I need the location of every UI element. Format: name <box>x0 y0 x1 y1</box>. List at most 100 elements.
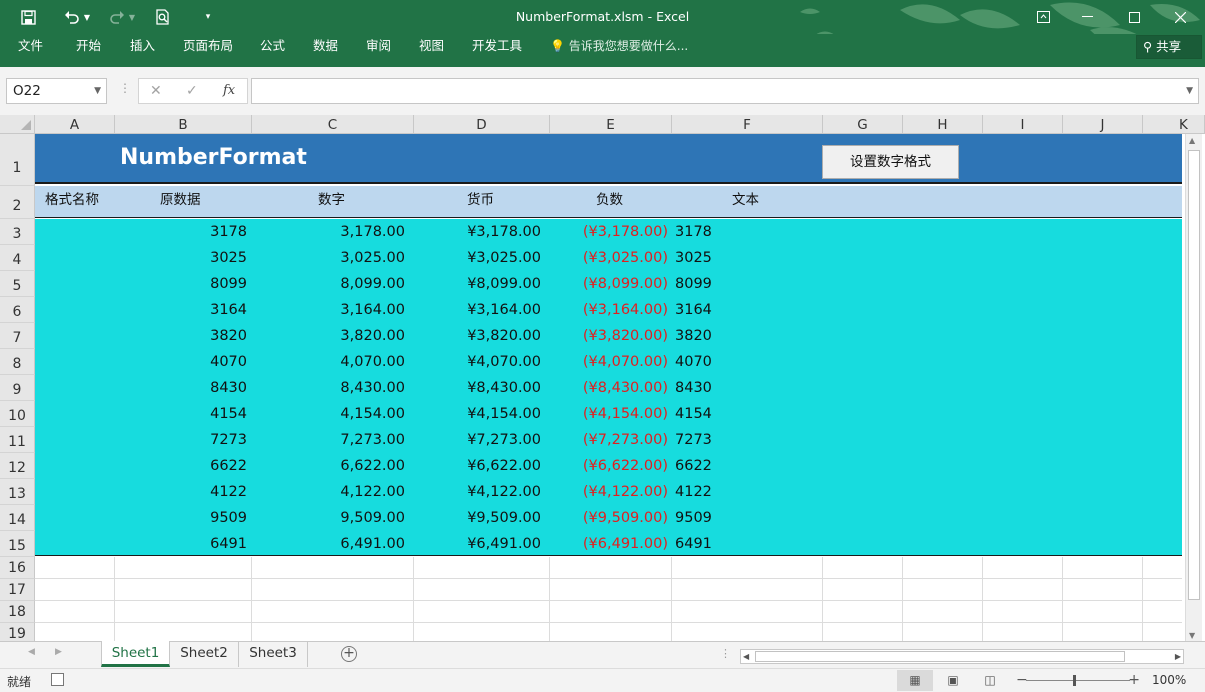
cancel-icon[interactable]: ✕ <box>150 79 162 103</box>
tab-page-layout[interactable]: 页面布局 <box>183 34 233 60</box>
currency-cell[interactable]: ¥4,122.00 <box>467 479 541 505</box>
raw-data-cell[interactable]: 4122 <box>210 479 247 505</box>
share-button[interactable]: ⚲ 共享 <box>1136 35 1202 59</box>
text-cell[interactable]: 3178 <box>675 219 712 245</box>
enter-icon[interactable]: ✓ <box>186 79 198 103</box>
scroll-left-icon[interactable]: ◀ <box>743 650 749 663</box>
raw-data-cell[interactable]: 8099 <box>210 271 247 297</box>
column-header-g[interactable]: G <box>823 115 903 134</box>
negative-cell[interactable]: (¥4,154.00) <box>583 401 668 427</box>
currency-cell[interactable]: ¥3,025.00 <box>467 245 541 271</box>
ribbon-display-options-icon[interactable] <box>1020 0 1066 34</box>
vertical-scrollbar[interactable]: ▲ ▼ <box>1185 134 1202 642</box>
raw-data-cell[interactable]: 9509 <box>210 505 247 531</box>
scroll-down-icon[interactable]: ▼ <box>1189 631 1195 640</box>
negative-cell[interactable]: (¥3,178.00) <box>583 219 668 245</box>
name-box[interactable]: O22 ▼ <box>6 78 107 104</box>
tab-insert[interactable]: 插入 <box>130 34 155 60</box>
column-header-j[interactable]: J <box>1063 115 1143 134</box>
raw-data-cell[interactable]: 6622 <box>210 453 247 479</box>
scroll-right-icon[interactable]: ▶ <box>1175 650 1181 663</box>
number-cell[interactable]: 8,430.00 <box>340 375 405 401</box>
text-cell[interactable]: 7273 <box>675 427 712 453</box>
raw-data-cell[interactable]: 3164 <box>210 297 247 323</box>
page-layout-view-icon[interactable]: ▣ <box>935 670 971 691</box>
currency-cell[interactable]: ¥4,070.00 <box>467 349 541 375</box>
formula-bar-resize-handle[interactable]: ⋮ <box>119 81 131 95</box>
close-icon[interactable] <box>1157 0 1203 34</box>
number-cell[interactable]: 9,509.00 <box>340 505 405 531</box>
tab-data[interactable]: 数据 <box>313 34 338 60</box>
row-header-8[interactable]: 8 <box>0 349 35 375</box>
worksheet-grid[interactable]: A B C D E F G H I J K 1 2 3 4 5 6 7 8 9 … <box>0 115 1205 641</box>
sheet-tab-1[interactable]: Sheet1 <box>101 641 170 667</box>
column-header-f[interactable]: F <box>672 115 823 134</box>
raw-data-cell[interactable]: 8430 <box>210 375 247 401</box>
row-header-11[interactable]: 11 <box>0 427 35 453</box>
zoom-level[interactable]: 100% <box>1152 673 1186 687</box>
currency-cell[interactable]: ¥3,820.00 <box>467 323 541 349</box>
text-cell[interactable]: 3025 <box>675 245 712 271</box>
scroll-up-icon[interactable]: ▲ <box>1189 136 1195 145</box>
text-cell[interactable]: 4122 <box>675 479 712 505</box>
row-header-19[interactable]: 19 <box>0 623 35 641</box>
raw-data-cell[interactable]: 4154 <box>210 401 247 427</box>
tab-view[interactable]: 视图 <box>419 34 444 60</box>
expand-formula-bar-icon[interactable]: ▼ <box>1186 79 1193 103</box>
tab-formulas[interactable]: 公式 <box>260 34 285 60</box>
raw-data-cell[interactable]: 3178 <box>210 219 247 245</box>
row-header-4[interactable]: 4 <box>0 245 35 271</box>
number-cell[interactable]: 3,164.00 <box>340 297 405 323</box>
column-header-e[interactable]: E <box>550 115 672 134</box>
negative-cell[interactable]: (¥3,025.00) <box>583 245 668 271</box>
maximize-icon[interactable] <box>1111 0 1157 34</box>
negative-cell[interactable]: (¥8,099.00) <box>583 271 668 297</box>
negative-cell[interactable]: (¥3,164.00) <box>583 297 668 323</box>
column-header-c[interactable]: C <box>252 115 414 134</box>
select-all-corner[interactable] <box>0 115 35 134</box>
row-header-13[interactable]: 13 <box>0 479 35 505</box>
zoom-slider-knob[interactable] <box>1073 675 1076 686</box>
negative-cell[interactable]: (¥4,070.00) <box>583 349 668 375</box>
number-cell[interactable]: 8,099.00 <box>340 271 405 297</box>
number-cell[interactable]: 6,491.00 <box>340 531 405 557</box>
currency-cell[interactable]: ¥3,178.00 <box>467 219 541 245</box>
vertical-scroll-thumb[interactable] <box>1188 150 1200 600</box>
negative-cell[interactable]: (¥3,820.00) <box>583 323 668 349</box>
minimize-icon[interactable] <box>1064 0 1110 34</box>
raw-data-cell[interactable]: 6491 <box>210 531 247 557</box>
row-header-1[interactable]: 1 <box>0 134 35 186</box>
text-cell[interactable]: 4154 <box>675 401 712 427</box>
row-header-17[interactable]: 17 <box>0 579 35 601</box>
text-cell[interactable]: 3820 <box>675 323 712 349</box>
tab-file[interactable]: 文件 <box>18 34 43 60</box>
currency-cell[interactable]: ¥8,099.00 <box>467 271 541 297</box>
text-cell[interactable]: 4070 <box>675 349 712 375</box>
negative-cell[interactable]: (¥4,122.00) <box>583 479 668 505</box>
negative-cell[interactable]: (¥6,491.00) <box>583 531 668 557</box>
number-cell[interactable]: 4,070.00 <box>340 349 405 375</box>
insert-function-icon[interactable]: fx <box>223 79 235 103</box>
tab-split-handle[interactable]: ⋮ <box>720 647 731 660</box>
negative-cell[interactable]: (¥8,430.00) <box>583 375 668 401</box>
number-cell[interactable]: 7,273.00 <box>340 427 405 453</box>
column-header-k[interactable]: K <box>1143 115 1205 134</box>
column-header-i[interactable]: I <box>983 115 1063 134</box>
prev-sheet-icon[interactable]: ◀ <box>28 647 35 657</box>
sheet-tab-2[interactable]: Sheet2 <box>170 641 239 667</box>
macro-record-icon[interactable] <box>51 673 64 686</box>
row-header-18[interactable]: 18 <box>0 601 35 623</box>
next-sheet-icon[interactable]: ▶ <box>55 647 62 657</box>
page-break-preview-icon[interactable]: ◫ <box>972 670 1008 691</box>
normal-view-icon[interactable]: ▦ <box>897 670 933 691</box>
row-header-14[interactable]: 14 <box>0 505 35 531</box>
horizontal-scroll-thumb[interactable] <box>755 651 1125 662</box>
text-cell[interactable]: 6622 <box>675 453 712 479</box>
currency-cell[interactable]: ¥6,622.00 <box>467 453 541 479</box>
negative-cell[interactable]: (¥9,509.00) <box>583 505 668 531</box>
row-header-16[interactable]: 16 <box>0 557 35 579</box>
column-header-d[interactable]: D <box>414 115 550 134</box>
horizontal-scrollbar[interactable]: ◀ ▶ <box>740 649 1184 664</box>
text-cell[interactable]: 3164 <box>675 297 712 323</box>
number-cell[interactable]: 3,025.00 <box>340 245 405 271</box>
